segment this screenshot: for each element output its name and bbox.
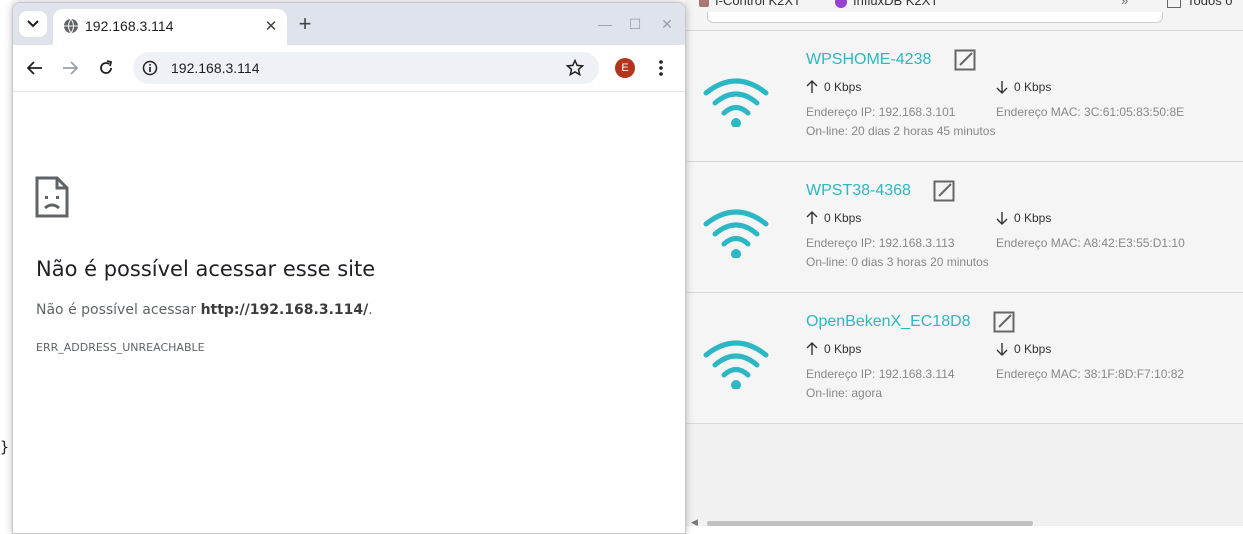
arrow-right-icon (63, 61, 78, 75)
sad-page-icon (35, 176, 69, 218)
search-box-edge (707, 12, 1163, 23)
client-row: WPSHOME-4238 0 Kbps 0 Kbps Endereço IP: … (687, 31, 1243, 162)
close-window-icon[interactable]: ✕ (657, 14, 677, 34)
client-row: OpenBekenX_EC18D8 0 Kbps 0 Kbps Endereço… (687, 293, 1243, 424)
browser-menu-button[interactable] (651, 57, 671, 79)
wifi-icon (703, 78, 769, 127)
download-rate: 0 Kbps (996, 342, 1051, 356)
wifi-icon (703, 340, 769, 389)
router-client-list-window: I-Control K2XT InfluxDB K2XT » Todos o W… (685, 0, 1243, 528)
influxdb-icon (835, 0, 847, 8)
edit-icon[interactable] (933, 180, 955, 202)
client-mac: Endereço MAC: A8:42:E3:55:D1:10 (996, 236, 1185, 250)
download-rate: 0 Kbps (996, 211, 1051, 225)
client-mac: Endereço MAC: 38:1F:8D:F7:10:82 (996, 367, 1185, 381)
error-code: ERR_ADDRESS_UNREACHABLE (36, 341, 205, 354)
bookmark-star-icon[interactable] (565, 58, 585, 78)
globe-icon (64, 18, 78, 34)
reload-button[interactable] (93, 55, 119, 81)
client-row: WPST38-4368 0 Kbps 0 Kbps Endereço IP: 1… (687, 162, 1243, 293)
upload-rate: 0 Kbps (806, 342, 861, 356)
url-text: 192.168.3.114 (171, 60, 260, 76)
address-bar[interactable]: 192.168.3.114 (133, 52, 599, 84)
arrow-up-icon (806, 80, 818, 93)
bookmarks-bar: I-Control K2XT InfluxDB K2XT » Todos o (685, 0, 1243, 31)
client-list: WPSHOME-4238 0 Kbps 0 Kbps Endereço IP: … (687, 31, 1243, 424)
arrow-down-icon (996, 343, 1008, 356)
reload-icon (100, 60, 113, 74)
bookmark-icontrol[interactable]: I-Control K2XT (699, 0, 801, 8)
arrow-down-icon (996, 212, 1008, 225)
error-heading: Não é possível acessar esse site (36, 257, 376, 281)
scroll-left-arrow-icon[interactable]: ◀ (691, 517, 698, 528)
upload-rate: 0 Kbps (806, 211, 861, 225)
client-ip: Endereço IP: 192.168.3.101 (806, 105, 956, 119)
upload-rate: 0 Kbps (806, 80, 861, 94)
chevron-down-icon (27, 20, 39, 28)
arrow-left-icon (27, 61, 42, 75)
edit-icon[interactable] (954, 49, 976, 71)
new-tab-plus-icon[interactable]: + (295, 13, 315, 35)
edit-icon[interactable] (993, 311, 1015, 333)
forward-button[interactable] (57, 55, 83, 81)
tab-strip: 192.168.3.114 ✕ + — ☐ ✕ (13, 3, 685, 45)
client-ip: Endereço IP: 192.168.3.114 (806, 367, 955, 381)
client-mac: Endereço MAC: 3C:61:05:83:50:8E (996, 105, 1185, 119)
browser-window: 192.168.3.114 ✕ + — ☐ ✕ 192.168.3.114 E (12, 2, 686, 534)
close-tab-icon[interactable]: ✕ (261, 16, 281, 36)
client-online: On-line: agora (806, 386, 883, 400)
bookmark-all[interactable]: Todos o (1167, 0, 1233, 8)
minimize-icon[interactable]: — (595, 14, 615, 34)
wifi-icon (703, 209, 769, 258)
client-name-link[interactable]: WPSHOME-4238 (806, 51, 931, 69)
editor-brace: } (0, 438, 10, 456)
star-icon (566, 59, 584, 77)
page-content: Não é possível acessar esse site Não é p… (13, 92, 685, 532)
client-online: On-line: 20 dias 2 horas 45 minutos (806, 124, 996, 138)
client-name-link[interactable]: OpenBekenX_EC18D8 (806, 313, 971, 331)
arrow-up-icon (806, 211, 818, 224)
tab-search-button[interactable] (19, 11, 47, 37)
client-ip: Endereço IP: 192.168.3.113 (806, 236, 955, 250)
kebab-menu-icon (659, 60, 663, 76)
horizontal-scrollbar[interactable] (707, 521, 1033, 526)
arrow-down-icon (996, 81, 1008, 94)
info-icon[interactable] (142, 60, 158, 76)
download-rate: 0 Kbps (996, 80, 1051, 94)
client-online: On-line: 0 dias 3 horas 20 minutos (806, 255, 989, 269)
client-name-link[interactable]: WPST38-4368 (806, 182, 911, 200)
bookmark-influxdb[interactable]: InfluxDB K2XT (835, 0, 938, 8)
back-button[interactable] (22, 55, 48, 81)
tab-title: 192.168.3.114 (85, 18, 174, 34)
bookmark-favicon-icon (699, 0, 709, 7)
error-message: Não é possível acessar http://192.168.3.… (36, 302, 373, 318)
maximize-icon[interactable]: ☐ (625, 14, 645, 34)
arrow-up-icon (806, 342, 818, 355)
browser-toolbar: 192.168.3.114 E (13, 45, 685, 92)
error-url: http://192.168.3.114/ (200, 302, 369, 318)
folder-icon (1167, 0, 1181, 8)
profile-avatar[interactable]: E (615, 58, 635, 78)
bookmarks-overflow-icon[interactable]: » (1121, 0, 1128, 8)
active-tab[interactable]: 192.168.3.114 ✕ (53, 9, 287, 45)
